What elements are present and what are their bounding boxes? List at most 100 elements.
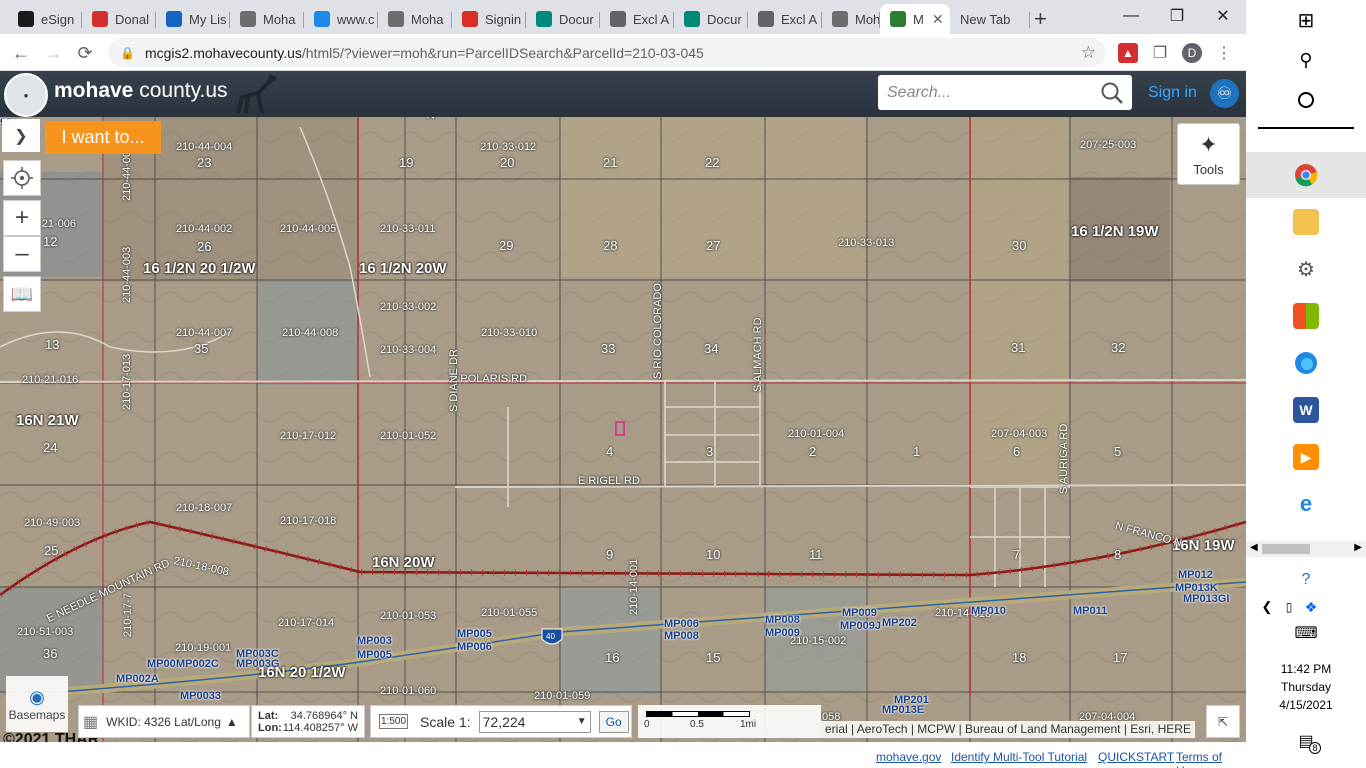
browser-tab[interactable]: eSign — [8, 4, 82, 34]
parcel-label[interactable]: 210-17-7 — [122, 593, 134, 637]
notifications-icon[interactable]: ▤ 8 — [1293, 728, 1321, 754]
browser-tab[interactable]: New Tab — [950, 4, 1030, 34]
parcel-label[interactable]: 1 — [913, 444, 920, 459]
browser-tab[interactable]: Signin — [452, 4, 526, 34]
footer-link-identify-tutorial[interactable]: Identify Multi-Tool Tutorial — [951, 750, 1087, 764]
parcel-label[interactable]: 7 — [1013, 547, 1020, 562]
i-want-to-button[interactable]: I want to... — [45, 121, 161, 154]
browser-tab[interactable]: www.c — [304, 4, 378, 34]
parcel-label[interactable]: 20 — [500, 155, 514, 170]
parcel-label[interactable]: 28 — [603, 238, 617, 253]
parcel-label[interactable]: 210-44-008 — [282, 327, 338, 339]
milepost-label[interactable]: MP0033 — [180, 690, 221, 702]
parcel-label[interactable]: 210-18-007 — [176, 502, 232, 514]
sign-in-link[interactable]: Sign in — [1148, 84, 1197, 102]
tools-button[interactable]: ✦ Tools — [1177, 123, 1240, 185]
close-tab-icon[interactable]: ✕ — [932, 11, 944, 28]
milepost-label[interactable]: MP005 — [357, 649, 392, 661]
close-window-icon[interactable]: ✕ — [1200, 0, 1246, 32]
windows-start-icon[interactable]: ⊞ — [1293, 7, 1319, 33]
cortana-icon[interactable] — [1293, 87, 1319, 113]
parcel-label[interactable]: 210-44-002 — [176, 223, 232, 235]
milepost-label[interactable]: MP010 — [971, 605, 1006, 617]
clock-time[interactable]: 11:42 PM — [1246, 662, 1366, 676]
edge-icon[interactable] — [1293, 350, 1319, 376]
parcel-label[interactable]: 207-25-003 — [1080, 139, 1136, 151]
browser-tab[interactable]: Excl A — [600, 4, 674, 34]
wkid-selector[interactable]: ▦ WKID: 4326 Lat/Long ▲ — [78, 705, 250, 738]
browser-tab[interactable]: Moha — [378, 4, 452, 34]
parcel-label[interactable]: 32 — [1111, 340, 1125, 355]
back-icon[interactable]: ← — [8, 40, 34, 66]
road-label[interactable]: S AURIGA RD — [1058, 424, 1070, 494]
parcel-label[interactable]: 207-04-003 — [991, 428, 1047, 440]
new-tab-button[interactable]: + — [1034, 6, 1047, 32]
expand-panel-chevron-icon[interactable]: ❯ — [2, 119, 40, 152]
parcel-label[interactable]: 21 — [603, 155, 617, 170]
parcel-label[interactable]: 10 — [706, 547, 720, 562]
search-input[interactable]: Search... — [878, 75, 1132, 110]
browser-tab[interactable]: Docur — [674, 4, 748, 34]
parcel-label[interactable]: 210-17-013 — [121, 354, 133, 410]
profile-avatar[interactable]: D — [1182, 43, 1202, 63]
parcel-label[interactable]: 35 — [194, 341, 208, 356]
settings-gear-icon[interactable]: ⚙ — [1293, 256, 1319, 282]
milepost-label[interactable]: MP008 — [664, 630, 699, 642]
parcel-label[interactable]: 5 — [1114, 444, 1121, 459]
parcel-label[interactable]: 210-49-003 — [24, 517, 80, 529]
keyboard-icon[interactable]: ⌨ — [1293, 620, 1319, 646]
chrome-icon[interactable] — [1293, 162, 1319, 188]
parcel-label[interactable]: 210-33-002 — [380, 301, 436, 313]
browser-tab[interactable]: M ✕ — [880, 4, 950, 34]
footer-link-quickstart[interactable]: QUICKSTART — [1098, 750, 1174, 764]
parcel-label[interactable]: 11 — [809, 547, 823, 562]
milepost-label[interactable]: MP009J — [840, 620, 881, 632]
url-field[interactable]: 🔒 mcgis2.mohavecounty.us/html5/?viewer=m… — [108, 38, 1106, 67]
milepost-label[interactable]: MP201 — [894, 694, 929, 706]
footer-link-terms[interactable]: Terms of Use — [1176, 750, 1246, 768]
brand-title[interactable]: mohave county.us — [54, 79, 228, 103]
map-canvas[interactable]: 16 1/2N 20 1/2W 16 1/2N 20W 16 1/2N 19W 16N… — [0, 117, 1246, 742]
parcel-label[interactable]: 15 — [706, 650, 720, 665]
parcel-label[interactable]: 210-01-052 — [380, 430, 436, 442]
milepost-label[interactable]: MP005 — [457, 628, 492, 640]
scale-select[interactable]: 72,224 ▼ — [478, 710, 591, 733]
scroll-right-icon[interactable]: ▶ — [1354, 542, 1362, 553]
accessibility-icon[interactable]: ♾ — [1210, 79, 1239, 108]
parcel-label[interactable]: 25 — [44, 543, 58, 558]
pdf-extension-icon[interactable]: ▲ — [1118, 43, 1138, 63]
file-explorer-icon[interactable] — [1293, 209, 1319, 235]
parcel-label[interactable]: 210-51-003 — [17, 626, 73, 638]
parcel-label[interactable]: 29 — [499, 238, 513, 253]
milepost-label[interactable]: MP009 — [765, 627, 800, 639]
collapse-corner-icon[interactable]: ⇱ — [1206, 705, 1240, 738]
parcel-label[interactable]: 210-01-060 — [380, 685, 436, 697]
parcel-label[interactable]: 210-33-011 — [380, 223, 435, 235]
parcel-label[interactable]: 210-44-007 — [176, 327, 232, 339]
parcel-label[interactable]: 210-19-001 — [175, 642, 231, 654]
parcel-label[interactable]: 36 — [43, 646, 57, 661]
parcel-label[interactable]: 210-17-018 — [280, 515, 336, 527]
search-icon[interactable] — [1100, 81, 1124, 105]
minimize-icon[interactable]: — — [1108, 0, 1154, 32]
parcel-label[interactable]: 27 — [706, 238, 720, 253]
browser-tab[interactable]: Donal — [82, 4, 156, 34]
road-label[interactable]: S DIANE DR — [448, 349, 460, 412]
tray-scrollbar[interactable]: ◀ ▶ — [1246, 541, 1366, 557]
reload-icon[interactable]: ⟳ — [72, 40, 98, 66]
zoom-out-icon[interactable]: – — [3, 236, 41, 272]
media-player-icon[interactable]: ▶ — [1293, 444, 1319, 470]
parcel-label[interactable]: 210-01-055 — [481, 607, 537, 619]
milepost-label[interactable]: MP011 — [1073, 605, 1107, 617]
parcel-label[interactable]: 210-44-004 — [176, 141, 232, 153]
help-icon[interactable]: ? — [1293, 567, 1319, 593]
parcel-label[interactable]: 210-33-012 — [480, 141, 536, 153]
parcel-label[interactable]: 16 — [605, 650, 619, 665]
parcel-label[interactable]: 210-14-001 — [628, 559, 640, 615]
word-icon[interactable]: W — [1293, 397, 1319, 423]
browser-tab[interactable]: Moha — [230, 4, 304, 34]
milepost-label[interactable]: MP002A — [116, 673, 159, 685]
store-icon[interactable] — [1293, 303, 1319, 329]
parcel-label[interactable]: 210-33-007 — [425, 117, 437, 119]
parcel-label[interactable]: 210-33-004 — [380, 344, 436, 356]
